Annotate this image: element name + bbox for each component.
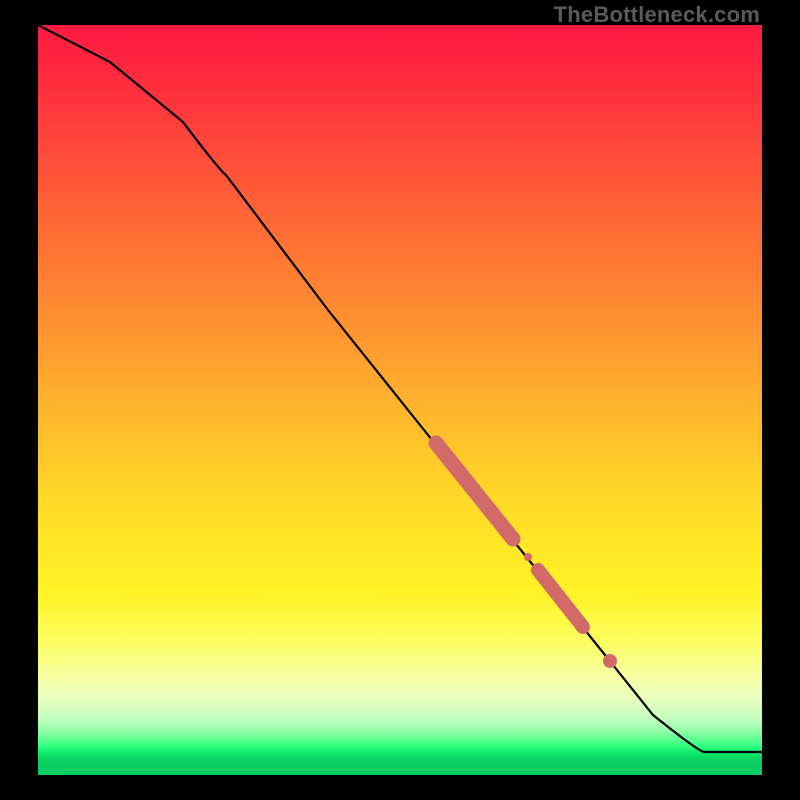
bottleneck-curve [38,25,762,752]
marker-dot-c [603,654,617,668]
marker-segment-b [538,570,583,627]
marker-gap-dot [524,553,532,561]
marker-segment-a [436,443,513,539]
chart-stage: TheBottleneck.com [0,0,800,800]
chart-svg [38,25,762,775]
plot-area [38,25,762,775]
